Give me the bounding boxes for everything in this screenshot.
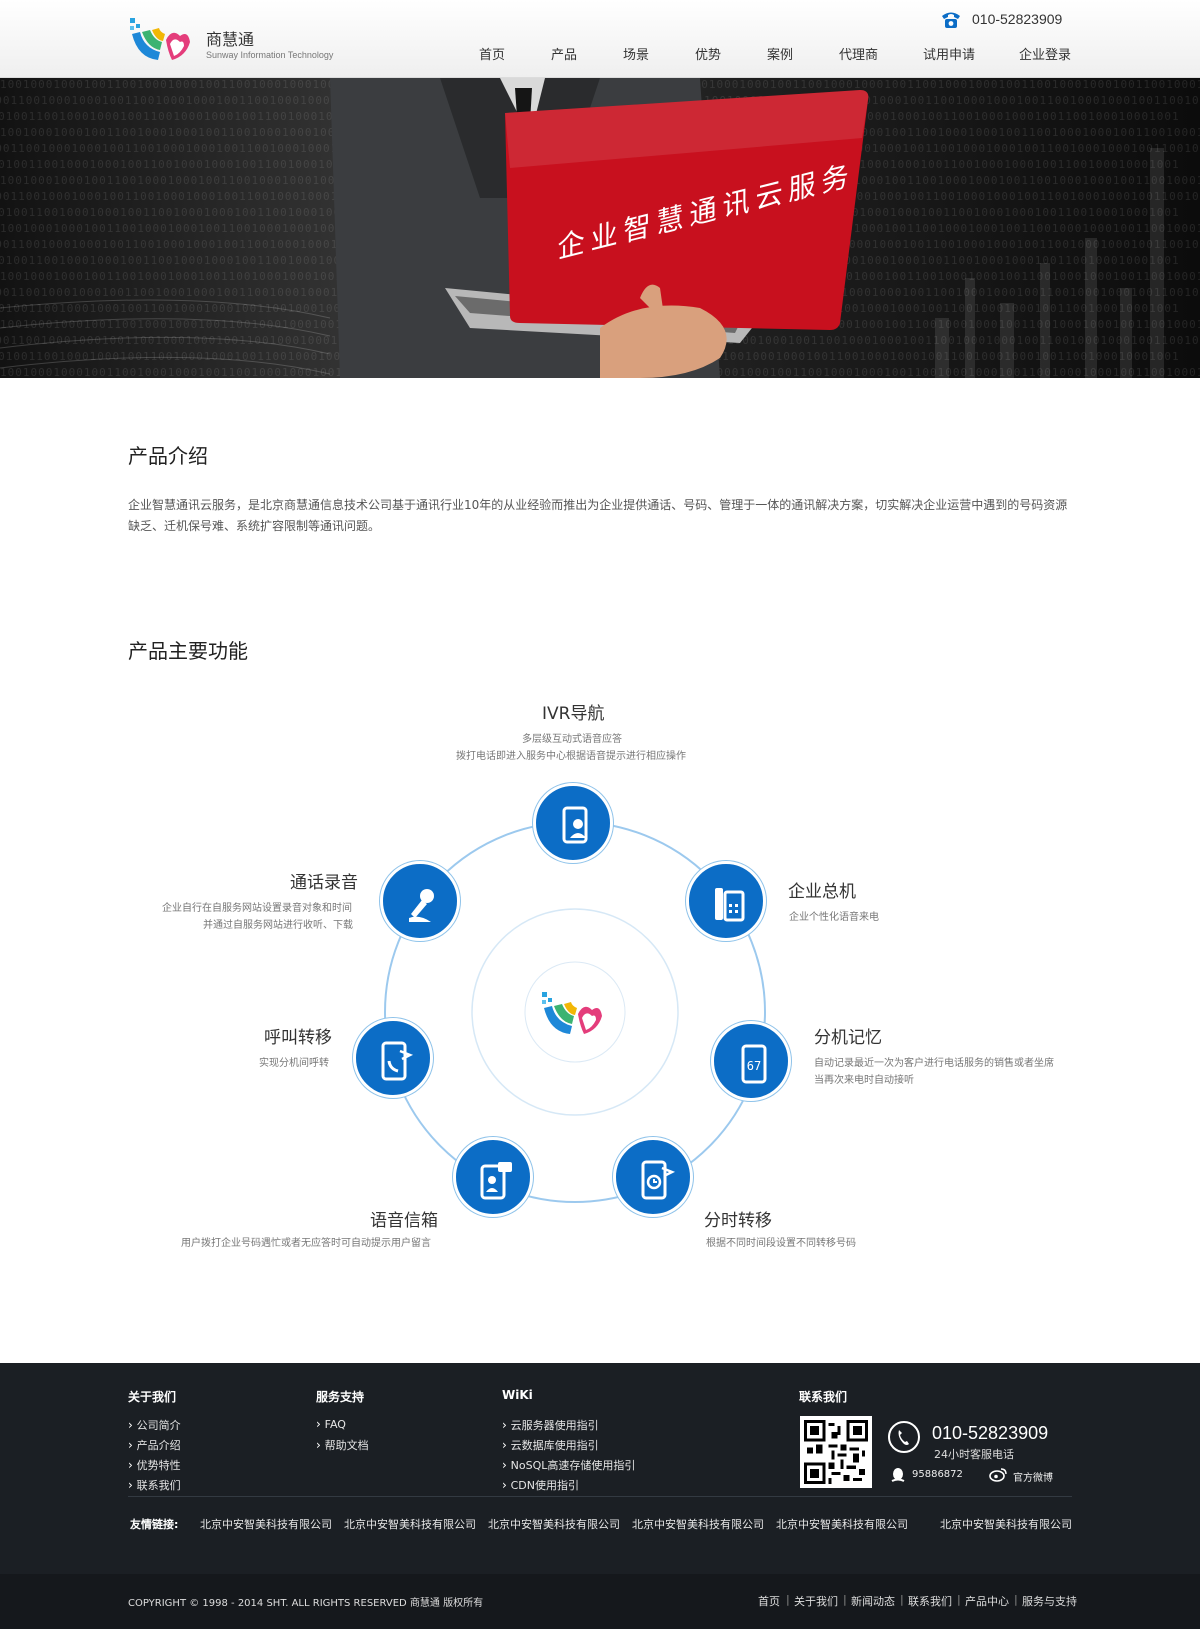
feature-switchboard-desc: 企业个性化语音来电: [789, 912, 879, 923]
feature-memory-title: 分机记忆: [814, 1028, 882, 1048]
nav-login[interactable]: 企业登录: [1019, 44, 1071, 63]
feature-call-forward-desc: 实现分机间呼转: [259, 1058, 329, 1069]
separator: |: [843, 1593, 847, 1606]
footer-link-nosql[interactable]: NoSQL高速存储使用指引: [502, 1457, 636, 1473]
feature-ivr-title: IVR导航: [542, 704, 605, 724]
bottom-nav-news[interactable]: 新闻动态: [851, 1593, 895, 1609]
footer-link-docs[interactable]: 帮助文档: [316, 1437, 369, 1453]
footer-link-cloud-server[interactable]: 云服务器使用指引: [502, 1417, 599, 1433]
header-phone-number: 010-52823909: [972, 11, 1063, 27]
separator: |: [957, 1593, 961, 1606]
features-title: 产品主要功能: [128, 639, 248, 663]
main-nav: 首页 产品 场景 优势 案例 代理商 试用申请 企业登录: [460, 44, 1080, 68]
feature-memory-desc-2: 当再次来电时自动接听: [814, 1075, 914, 1086]
phone-handset-icon: [888, 1421, 920, 1453]
logo-mark-icon: [130, 18, 190, 60]
bottom-nav-home[interactable]: 首页: [758, 1593, 780, 1609]
svg-text:67: 67: [747, 1059, 761, 1073]
feature-recording-title: 通话录音: [290, 873, 358, 893]
footer-link-company[interactable]: 公司简介: [128, 1417, 181, 1433]
feature-timed-transfer-desc: 根据不同时间段设置不同转移号码: [706, 1238, 856, 1249]
nav-home[interactable]: 首页: [479, 44, 505, 63]
bottom-bar: COPYRIGHT © 1998 - 2014 SHT. ALL RIGHTS …: [0, 1574, 1200, 1629]
feature-memory-desc-1: 自动记录最近一次为客户进行电话服务的销售或者坐席: [814, 1058, 1054, 1069]
qr-code: [800, 1416, 872, 1488]
feature-ring: [384, 821, 766, 1203]
nav-agents[interactable]: 代理商: [839, 44, 878, 63]
feature-ivr-desc-2: 拨打电话即进入服务中心根据语音提示进行相应操作: [456, 751, 686, 762]
phone-clock-icon[interactable]: [613, 1137, 693, 1217]
friend-link-3[interactable]: 北京中安智美科技有限公司: [488, 1516, 620, 1532]
friend-link-4[interactable]: 北京中安智美科技有限公司: [632, 1516, 764, 1532]
feature-call-forward-title: 呼叫转移: [264, 1028, 332, 1048]
footer-qq-number[interactable]: 95886872: [912, 1469, 963, 1480]
friend-link-6[interactable]: 北京中安智美科技有限公司: [940, 1516, 1072, 1532]
separator: |: [786, 1593, 790, 1606]
footer-phone-note: 24小时客服电话: [934, 1448, 1014, 1461]
nav-scenarios[interactable]: 场景: [623, 44, 649, 63]
phone-memory-icon[interactable]: 67: [711, 1021, 791, 1101]
logo-name: 商慧通: [206, 30, 255, 49]
friend-links-label: 友情链接:: [130, 1518, 179, 1531]
nav-trial[interactable]: 试用申请: [923, 44, 975, 63]
friend-link-1[interactable]: 北京中安智美科技有限公司: [200, 1516, 332, 1532]
feature-recording-desc-2: 并通过自服务网站进行收听、下载: [203, 920, 353, 931]
footer-wiki-title: WiKi: [502, 1388, 533, 1402]
footer-link-cloud-db[interactable]: 云数据库使用指引: [502, 1437, 599, 1453]
intro-title: 产品介绍: [128, 444, 208, 468]
footer-phone-number: 010-52823909: [932, 1423, 1049, 1443]
footer-weibo-link[interactable]: 官方微博: [1013, 1469, 1053, 1484]
logo[interactable]: 商慧通 Sunway Information Technology: [128, 14, 348, 66]
call-forward-icon[interactable]: [353, 1018, 433, 1098]
footer-support-title: 服务支持: [316, 1390, 365, 1404]
site-footer: 关于我们 公司简介 产品介绍 优势特性 联系我们 服务支持 FAQ 帮助文档 W…: [0, 1363, 1200, 1629]
desk-phone-icon[interactable]: [686, 861, 766, 941]
bottom-nav-products[interactable]: 产品中心: [965, 1593, 1009, 1609]
telephone-icon: [942, 12, 960, 28]
footer-link-product[interactable]: 产品介绍: [128, 1437, 181, 1453]
bottom-nav-support[interactable]: 服务与支持: [1022, 1593, 1077, 1609]
feature-voicemail-title: 语音信箱: [370, 1211, 438, 1231]
intro-text: 企业智慧通讯云服务，是北京商慧通信息技术公司基于通讯行业10年的从业经验而推出为…: [128, 498, 1068, 533]
footer-link-faq[interactable]: FAQ: [316, 1417, 346, 1431]
center-logo-icon: [542, 992, 602, 1034]
copyright: COPYRIGHT © 1998 - 2014 SHT. ALL RIGHTS …: [128, 1598, 484, 1609]
phone-person-icon[interactable]: [533, 783, 613, 863]
logo-subtitle: Sunway Information Technology: [206, 50, 334, 60]
feature-switchboard-title: 企业总机: [788, 882, 856, 902]
friend-links: 友情链接: 北京中安智美科技有限公司 北京中安智美科技有限公司 北京中安智美科技…: [128, 1496, 1072, 1544]
separator: |: [1014, 1593, 1018, 1606]
bottom-nav-about[interactable]: 关于我们: [794, 1593, 838, 1609]
site-header: 商慧通 Sunway Information Technology 010-52…: [0, 0, 1200, 78]
feature-timed-transfer-title: 分时转移: [704, 1211, 772, 1231]
weibo-icon: [989, 1468, 1007, 1482]
hero-banner: 1001000100010011001000100010011001000100…: [0, 78, 1200, 378]
footer-link-contact[interactable]: 联系我们: [128, 1477, 181, 1493]
qq-icon: [891, 1468, 905, 1482]
feature-ivr-desc-1: 多层级互动式语音应答: [522, 734, 622, 745]
microphone-icon[interactable]: [380, 861, 460, 941]
feature-voicemail-desc: 用户拨打企业号码遇忙或者无应答时可自动提示用户留言: [181, 1238, 431, 1249]
voicemail-icon[interactable]: [453, 1137, 533, 1217]
footer-link-advantages[interactable]: 优势特性: [128, 1457, 181, 1473]
footer-contact-title: 联系我们: [799, 1390, 848, 1404]
nav-advantages[interactable]: 优势: [695, 44, 721, 63]
features-diagram: IVR导航 多层级互动式语音应答 拨打电话即进入服务中心根据语音提示进行相应操作…: [0, 680, 1200, 1280]
friend-link-5[interactable]: 北京中安智美科技有限公司: [776, 1516, 908, 1532]
separator: |: [900, 1593, 904, 1606]
nav-cases[interactable]: 案例: [767, 44, 793, 63]
nav-products[interactable]: 产品: [551, 44, 577, 63]
footer-about-title: 关于我们: [128, 1390, 177, 1404]
feature-recording-desc-1: 企业自行在自服务网站设置录音对象和时间: [162, 903, 352, 914]
footer-link-cdn[interactable]: CDN使用指引: [502, 1477, 579, 1493]
bottom-nav-contact[interactable]: 联系我们: [908, 1593, 952, 1609]
friend-link-2[interactable]: 北京中安智美科技有限公司: [344, 1516, 476, 1532]
